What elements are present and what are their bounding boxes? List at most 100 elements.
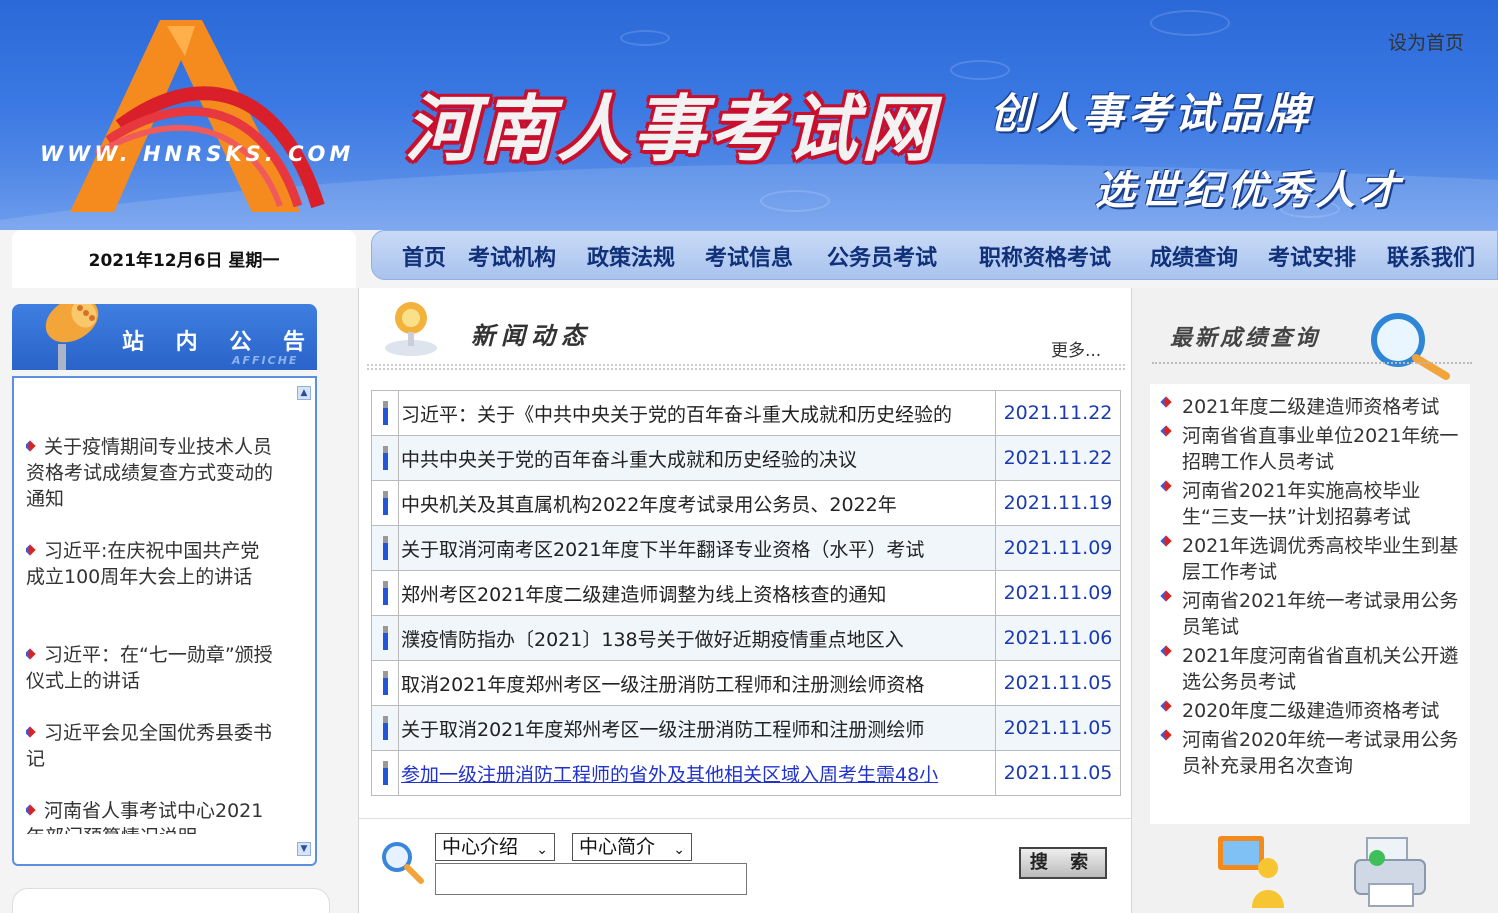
site-banner: WWW. HNRSKS. COM 河南人事考试网 创人事考试品牌 选世纪优秀人才…	[0, 0, 1498, 230]
news-link[interactable]: 中央机关及其直属机构2022年度考试录用公务员、2022年	[398, 480, 996, 526]
list-item[interactable]: 河南省省直事业单位2021年统一招聘工作人员考试	[1160, 423, 1460, 475]
news-link[interactable]: 濮疫情防指办〔2021〕138号关于做好近期疫情重点地区入	[398, 615, 996, 661]
news-date: 2021.11.22	[995, 435, 1121, 481]
list-item[interactable]: 河南省2021年统一考试录用公务员笔试	[1160, 588, 1460, 640]
date-box: 2021年12月6日 星期一	[12, 230, 356, 288]
news-link[interactable]: 取消2021年度郑州考区一级注册消防工程师和注册测绘师资格	[398, 660, 996, 706]
left-column: 站 内 公 告 AFFICHE ▲ 关于疫情期间专业技术人员资格考试成绩复查方式…	[0, 288, 358, 913]
bullet-icon	[1160, 425, 1172, 437]
news-link[interactable]: 郑州考区2021年度二级建造师调整为线上资格核查的通知	[398, 570, 996, 616]
announcement-subtitle: AFFICHE	[232, 354, 299, 367]
scroll-down-icon[interactable]: ▼	[297, 842, 311, 856]
search-category-select[interactable]: 中心介绍 ⌄	[435, 833, 555, 861]
announcement-title: 站 内 公 告	[122, 330, 317, 355]
table-row: 取消2021年度郑州考区一级注册消防工程师和注册测绘师资格 2021.11.05	[371, 660, 1121, 706]
list-item[interactable]: 河南省2021年实施高校毕业生“三支一扶”计划招募考试	[1160, 478, 1460, 530]
news-link[interactable]: 关于取消河南考区2021年度下半年翻译专业资格（水平）考试	[398, 525, 996, 571]
news-divider	[367, 364, 1125, 370]
list-item[interactable]: 2021年度二级建造师资格考试	[1160, 394, 1460, 420]
list-item[interactable]: 2021年选调优秀高校毕业生到基层工作考试	[1160, 533, 1460, 585]
list-item[interactable]: 2021年度河南省省直机关公开遴选公务员考试	[1160, 643, 1460, 695]
bullet-icon	[1160, 590, 1172, 602]
scroll-up-icon[interactable]: ▲	[297, 386, 311, 400]
slogan-line-2: 选世纪优秀人才	[1095, 167, 1403, 214]
info-bar-icon	[382, 761, 388, 785]
search-subcategory-select[interactable]: 中心简介 ⌄	[572, 833, 692, 861]
info-bar-icon	[382, 536, 388, 560]
printer-icon	[1354, 837, 1426, 907]
search-area: 中心介绍 ⌄ 中心简介 ⌄ 搜 索	[359, 818, 1131, 913]
bullet-icon	[1160, 645, 1172, 657]
bullet-icon	[1160, 396, 1172, 408]
set-homepage-link[interactable]: 设为首页	[1388, 28, 1464, 55]
magnifier-icon	[1371, 313, 1450, 380]
bullet-icon	[26, 648, 36, 660]
news-date: 2021.11.09	[995, 525, 1121, 571]
logo-icon	[70, 20, 325, 212]
bullet-icon	[26, 544, 36, 556]
info-bar-icon	[382, 626, 388, 650]
news-date: 2021.11.22	[995, 390, 1121, 436]
nav-item-exam-schedule[interactable]: 考试安排	[1268, 240, 1356, 272]
info-bar-icon	[382, 671, 388, 695]
table-row: 关于取消2021年度郑州考区一级注册消防工程师和注册测绘师 2021.11.05	[371, 705, 1121, 751]
announcement-item[interactable]: 习近平:在庆祝中国共产党成立100周年大会上的讲话	[26, 538, 278, 590]
bullet-icon	[26, 440, 36, 452]
table-row: 参加一级注册消防工程师的省外及其他相关区域入周考生需48小 2021.11.05	[371, 750, 1121, 796]
slogan-line-1: 创人事考试品牌	[990, 89, 1313, 138]
info-bar-icon	[382, 491, 388, 515]
nav-item-contact[interactable]: 联系我们	[1387, 240, 1475, 272]
table-row: 中央机关及其直属机构2022年度考试录用公务员、2022年 2021.11.19	[371, 480, 1121, 526]
bullet-icon	[1160, 729, 1172, 741]
logo-url-text: WWW. HNRSKS. COM	[40, 142, 355, 166]
news-link[interactable]: 关于取消2021年度郑州考区一级注册消防工程师和注册测绘师	[398, 705, 996, 751]
chevron-down-icon: ⌄	[673, 842, 685, 858]
right-column: 最新成绩查询 2021年度二级建造师资格考试 河南省省直事业单位2021年统一招…	[1132, 288, 1498, 913]
nav-item-qualification[interactable]: 职称资格考试	[979, 240, 1111, 272]
announcement-item[interactable]: 习近平会见全国优秀县委书记	[26, 720, 278, 772]
nav-item-civil-service[interactable]: 公务员考试	[827, 240, 937, 272]
nav-item-score-query[interactable]: 成绩查询	[1150, 240, 1238, 272]
table-row: 中共中央关于党的百年奋斗重大成就和历史经验的决议 2021.11.22	[371, 435, 1121, 481]
news-date: 2021.11.09	[995, 570, 1121, 616]
main-nav: 首页 考试机构 政策法规 考试信息 公务员考试 职称资格考试 成绩查询 考试安排…	[371, 230, 1498, 280]
score-list: 2021年度二级建造师资格考试 河南省省直事业单位2021年统一招聘工作人员考试…	[1160, 394, 1460, 782]
score-divider	[1152, 362, 1472, 364]
computer-user-icon	[1218, 836, 1284, 908]
announcement-scroller[interactable]: ▲ 关于疫情期间专业技术人员资格考试成绩复查方式变动的通知 习近平:在庆祝中国共…	[12, 376, 317, 866]
announcement-item[interactable]: 习近平：在“七一勋章”颁授仪式上的讲话	[26, 642, 278, 694]
info-bar-icon	[382, 446, 388, 470]
announcement-header: 站 内 公 告 AFFICHE	[12, 304, 317, 370]
news-column: 新闻动态 更多... 习近平：关于《中共中央关于党的百年奋斗重大成就和历史经验的…	[358, 288, 1132, 913]
news-more-link[interactable]: 更多...	[1051, 336, 1101, 361]
nav-item-home[interactable]: 首页	[402, 240, 446, 272]
table-row: 濮疫情防指办〔2021〕138号关于做好近期疫情重点地区入 2021.11.06	[371, 615, 1121, 661]
news-section-title: 新闻动态	[471, 321, 591, 350]
bullet-icon	[26, 726, 36, 738]
announcement-item[interactable]: 关于疫情期间专业技术人员资格考试成绩复查方式变动的通知	[26, 434, 278, 512]
bullet-icon	[1160, 480, 1172, 492]
announcement-item[interactable]: 河南省人事考试中心2021年部门预算情况说明	[26, 798, 278, 834]
nav-item-policies[interactable]: 政策法规	[587, 240, 675, 272]
list-item[interactable]: 河南省2020年统一考试录用公务员补充录用名次查询	[1160, 727, 1460, 779]
page: WWW. HNRSKS. COM 河南人事考试网 创人事考试品牌 选世纪优秀人才…	[0, 0, 1498, 913]
news-link[interactable]: 中共中央关于党的百年奋斗重大成就和历史经验的决议	[398, 435, 996, 481]
site-title: 河南人事考试网	[405, 86, 938, 171]
info-bar-icon	[382, 716, 388, 740]
news-date: 2021.11.05	[995, 660, 1121, 706]
news-link[interactable]: 参加一级注册消防工程师的省外及其他相关区域入周考生需48小	[398, 750, 996, 796]
nav-item-exam-info[interactable]: 考试信息	[705, 240, 793, 272]
microphone-icon	[45, 304, 99, 370]
news-date: 2021.11.05	[995, 750, 1121, 796]
announcement-list: 关于疫情期间专业技术人员资格考试成绩复查方式变动的通知 习近平:在庆祝中国共产党…	[26, 434, 278, 834]
news-date: 2021.11.19	[995, 480, 1121, 526]
score-list-box: 2021年度二级建造师资格考试 河南省省直事业单位2021年统一招聘工作人员考试…	[1150, 384, 1470, 824]
news-table: 习近平：关于《中共中央关于党的百年奋斗重大成就和历史经验的 2021.11.22 …	[371, 390, 1121, 796]
search-button[interactable]: 搜 索	[1019, 847, 1107, 879]
bullet-icon	[1160, 535, 1172, 547]
list-item[interactable]: 2020年度二级建造师资格考试	[1160, 698, 1460, 724]
nav-item-exam-institutions[interactable]: 考试机构	[468, 240, 556, 272]
search-input[interactable]	[435, 863, 747, 895]
score-section-title: 最新成绩查询	[1170, 325, 1321, 351]
news-link[interactable]: 习近平：关于《中共中央关于党的百年奋斗重大成就和历史经验的	[398, 390, 996, 436]
